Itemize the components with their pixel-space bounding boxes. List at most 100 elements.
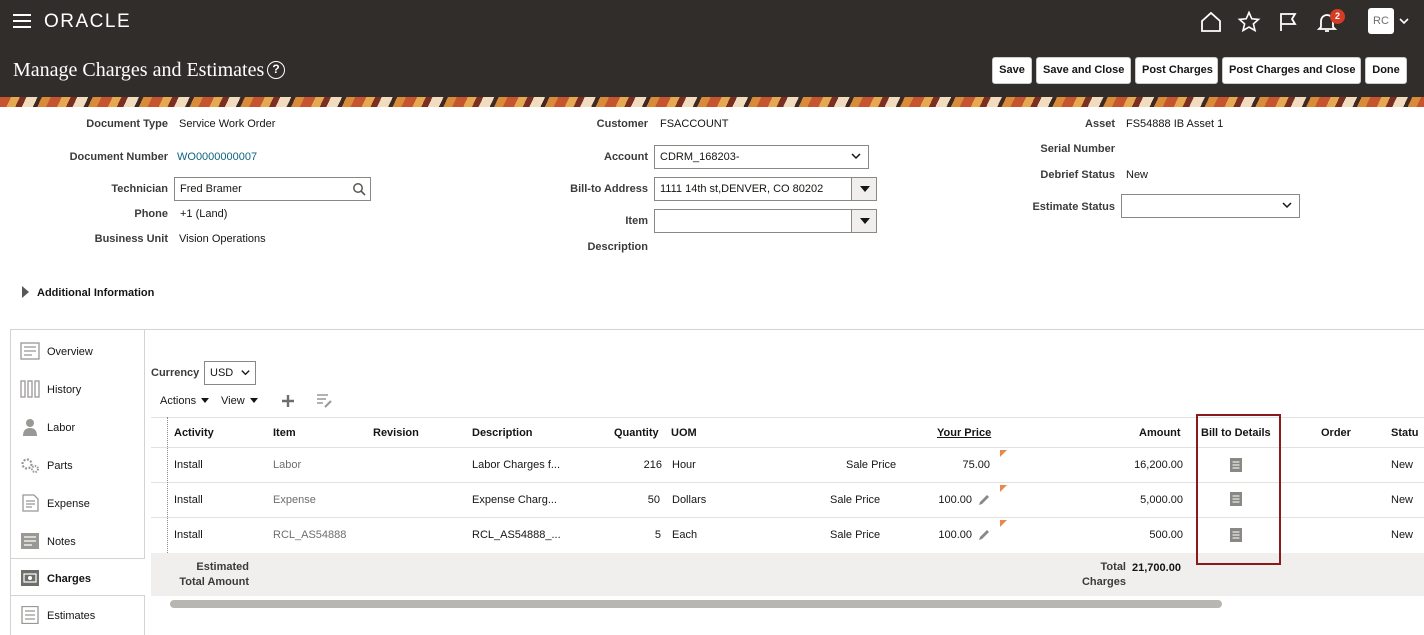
- tab-history[interactable]: History: [11, 370, 145, 408]
- view-menu-label: View: [221, 395, 245, 407]
- cell-description: RCL_AS54888_...: [472, 529, 561, 541]
- vertical-tab-bar: Overview History Labor Parts Expense Not…: [10, 330, 145, 635]
- menu-icon[interactable]: [13, 14, 31, 28]
- dropdown-arrow-icon[interactable]: [851, 210, 876, 232]
- expand-triangle-icon: [22, 286, 29, 298]
- favorites-star-icon[interactable]: [1237, 10, 1261, 34]
- user-avatar[interactable]: RC: [1368, 8, 1394, 34]
- column-header-revision[interactable]: Revision: [373, 427, 419, 439]
- cell-price-type: Sale Price: [830, 529, 881, 541]
- serial-number-label: Serial Number: [1040, 143, 1115, 155]
- cell-price-type: Sale Price: [846, 459, 897, 471]
- estimate-status-label: Estimate Status: [1032, 201, 1115, 213]
- edit-pencil-icon[interactable]: [977, 493, 991, 507]
- account-value: CDRM_168203-: [660, 151, 740, 163]
- estimate-status-select[interactable]: [1121, 194, 1300, 218]
- save-button[interactable]: Save: [992, 57, 1032, 84]
- business-unit-value: Vision Operations: [179, 233, 266, 245]
- cell-quantity: 5: [654, 529, 661, 541]
- help-icon[interactable]: ?: [267, 61, 285, 79]
- currency-select[interactable]: USD: [204, 361, 256, 385]
- document-number-link[interactable]: WO0000000007: [177, 151, 257, 163]
- chevron-down-icon: [241, 370, 250, 376]
- column-header-uom[interactable]: UOM: [671, 427, 697, 439]
- home-icon[interactable]: [1199, 10, 1223, 34]
- cell-uom: Hour: [672, 459, 696, 471]
- column-header-your-price[interactable]: Your Price: [937, 427, 991, 439]
- tab-label: Charges: [47, 573, 92, 585]
- cell-status: New: [1391, 494, 1414, 506]
- page-header: Manage Charges and Estimates ? Save Save…: [0, 43, 1424, 97]
- asset-label: Asset: [1085, 118, 1115, 130]
- bill-to-address-field[interactable]: 1111 14th st,DENVER, CO 80202: [654, 177, 877, 201]
- additional-information-toggle[interactable]: Additional Information: [22, 286, 154, 299]
- cell-item: RCL_AS54888: [273, 529, 347, 541]
- phone-label: Phone: [134, 208, 168, 220]
- tab-expense[interactable]: Expense: [11, 484, 145, 522]
- cell-amount-link[interactable]: 500.00: [1100, 529, 1183, 541]
- parts-icon: [21, 458, 39, 473]
- column-header-item[interactable]: Item: [273, 427, 296, 439]
- estimates-icon: [21, 606, 39, 624]
- estimated-total-label-line: Total Amount: [179, 576, 249, 588]
- column-header-quantity[interactable]: Quantity: [614, 427, 659, 439]
- phone-value: +1 (Land): [180, 208, 228, 220]
- flag-icon[interactable]: [1276, 10, 1300, 34]
- row-selector-column: [151, 417, 168, 553]
- cell-your-price: 100.00: [938, 529, 972, 541]
- chevron-down-icon[interactable]: [1398, 15, 1410, 27]
- tab-labor[interactable]: Labor: [11, 408, 145, 446]
- tab-estimates[interactable]: Estimates: [11, 596, 145, 634]
- price-override-indicator: [1000, 520, 1007, 527]
- column-header-status[interactable]: Statu: [1391, 427, 1419, 439]
- column-header-amount[interactable]: Amount: [1139, 427, 1181, 439]
- technician-value: Fred Bramer: [180, 183, 242, 195]
- column-header-order[interactable]: Order: [1321, 427, 1351, 439]
- view-menu[interactable]: View: [221, 395, 258, 407]
- search-icon[interactable]: [352, 182, 366, 196]
- cell-your-price: 75.00: [962, 459, 990, 471]
- total-charges-label-line: Total: [1100, 561, 1126, 573]
- tab-overview[interactable]: Overview: [11, 332, 145, 370]
- column-header-activity[interactable]: Activity: [174, 427, 214, 439]
- edit-list-icon[interactable]: [316, 393, 332, 409]
- edit-pencil-icon[interactable]: [977, 528, 991, 542]
- scrollbar-thumb[interactable]: [170, 600, 1222, 608]
- page-title: Manage Charges and Estimates: [13, 59, 265, 81]
- cell-amount-link[interactable]: 5,000.00: [1100, 494, 1183, 506]
- item-label: Item: [625, 215, 648, 227]
- history-icon: [20, 380, 40, 398]
- column-header-description[interactable]: Description: [472, 427, 533, 439]
- post-charges-button[interactable]: Post Charges: [1135, 57, 1218, 84]
- tab-label: Notes: [47, 536, 76, 548]
- cell-activity: Install: [174, 459, 203, 471]
- cell-amount-link[interactable]: 16,200.00: [1100, 459, 1183, 471]
- tab-charges[interactable]: Charges: [11, 558, 145, 596]
- dropdown-arrow-icon: [249, 398, 258, 403]
- tab-label: Parts: [47, 460, 73, 472]
- add-icon[interactable]: [280, 393, 296, 409]
- global-header: ORACLE 2 RC: [0, 0, 1424, 43]
- price-override-indicator: [1000, 450, 1007, 457]
- post-charges-and-close-button[interactable]: Post Charges and Close: [1222, 57, 1361, 84]
- tab-notes[interactable]: Notes: [11, 522, 145, 560]
- debrief-status-label: Debrief Status: [1040, 169, 1115, 181]
- tab-parts[interactable]: Parts: [11, 446, 145, 484]
- done-button[interactable]: Done: [1365, 57, 1407, 84]
- estimated-total-label: Estimated Total Amount: [160, 560, 249, 590]
- account-label: Account: [604, 151, 648, 163]
- bill-to-address-value: 1111 14th st,DENVER, CO 80202: [660, 183, 824, 195]
- save-and-close-button[interactable]: Save and Close: [1036, 57, 1131, 84]
- technician-field[interactable]: Fred Bramer: [174, 177, 371, 201]
- account-select[interactable]: CDRM_168203-: [654, 145, 869, 169]
- oracle-logo[interactable]: ORACLE: [44, 11, 131, 33]
- cell-price-type: Sale Price: [830, 494, 881, 506]
- item-field[interactable]: [654, 209, 877, 233]
- currency-label: Currency: [151, 367, 200, 379]
- dropdown-arrow-icon[interactable]: [851, 178, 876, 200]
- total-charges-value: 21,700.00: [1132, 562, 1181, 574]
- actions-menu[interactable]: Actions: [160, 395, 210, 407]
- cell-item: Expense: [273, 494, 316, 506]
- total-charges-label-line: Charges: [1081, 576, 1126, 588]
- cell-description: Labor Charges f...: [472, 459, 561, 471]
